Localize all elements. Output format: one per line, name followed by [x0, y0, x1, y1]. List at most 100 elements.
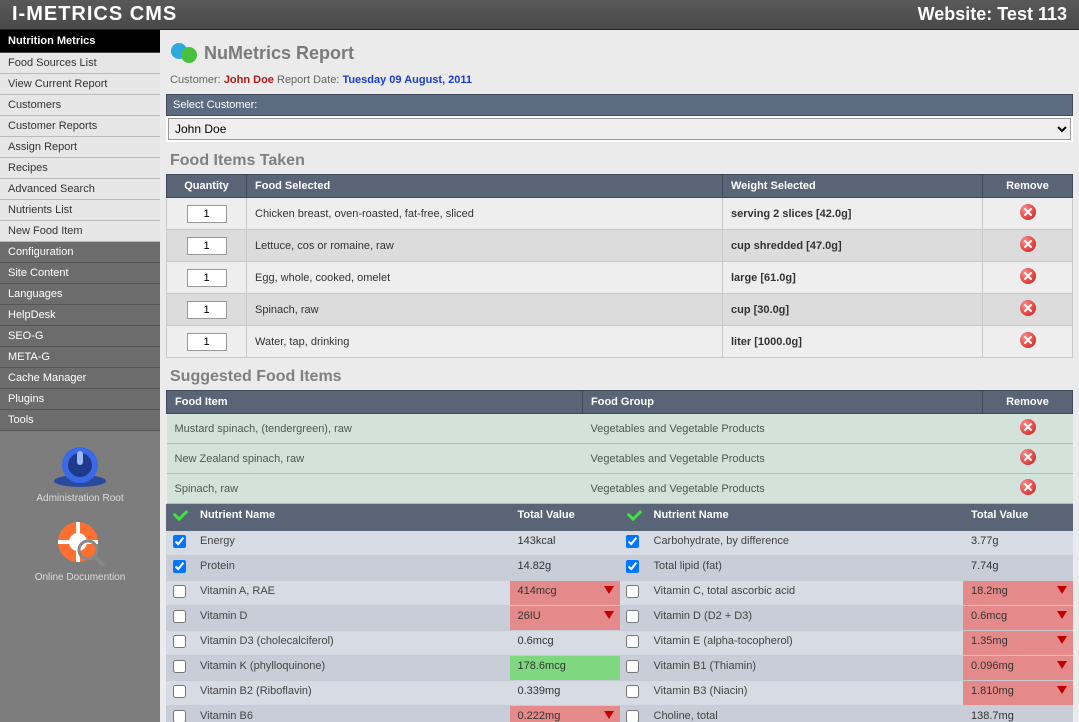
- nutrient-name: Vitamin B1 (Thiamin): [646, 656, 964, 680]
- nutrient-name: Protein: [192, 556, 510, 580]
- nutrient-checkbox[interactable]: [173, 585, 186, 598]
- nav-food-sources-list[interactable]: Food Sources List: [0, 53, 160, 74]
- nutrient-value: 414mcg: [510, 581, 620, 605]
- nav-cache-manager[interactable]: Cache Manager: [0, 368, 160, 389]
- nutrient-value: 0.339mg: [510, 681, 620, 705]
- online-doc-button[interactable]: Online Documention: [0, 520, 160, 583]
- remove-icon[interactable]: [1020, 449, 1036, 465]
- nutrient-name-header: Nutrient Name: [192, 504, 510, 531]
- nutrient-name: Vitamin A, RAE: [192, 581, 510, 605]
- suggested-food: Spinach, raw: [167, 474, 583, 504]
- nutrient-row: Vitamin D26IU: [166, 606, 620, 631]
- nav-tools[interactable]: Tools: [0, 410, 160, 431]
- food-name: Water, tap, drinking: [247, 326, 723, 358]
- nutrient-value: 0.096mg: [963, 656, 1073, 680]
- nutrient-checkbox[interactable]: [173, 685, 186, 698]
- admin-root-button[interactable]: Administration Root: [0, 441, 160, 504]
- nav-plugins[interactable]: Plugins: [0, 389, 160, 410]
- food-taken-title: Food Items Taken: [166, 142, 1073, 174]
- nutrient-checkbox[interactable]: [173, 635, 186, 648]
- quantity-input[interactable]: [187, 237, 227, 255]
- nutrient-checkbox[interactable]: [626, 710, 639, 722]
- nav-meta-g[interactable]: META-G: [0, 347, 160, 368]
- suggested-row: New Zealand spinach, rawVegetables and V…: [167, 444, 1073, 474]
- remove-icon[interactable]: [1020, 204, 1036, 220]
- remove-icon[interactable]: [1020, 332, 1036, 348]
- nav-nutrients-list[interactable]: Nutrients List: [0, 200, 160, 221]
- arrow-down-icon: [1057, 661, 1067, 669]
- remove-icon[interactable]: [1020, 419, 1036, 435]
- food-row: Lettuce, cos or romaine, rawcup shredded…: [167, 230, 1073, 262]
- quantity-input[interactable]: [187, 205, 227, 223]
- nav-site-content[interactable]: Site Content: [0, 263, 160, 284]
- arrow-down-icon: [1057, 686, 1067, 694]
- nutrient-checkbox[interactable]: [173, 560, 186, 573]
- nutrient-checkbox[interactable]: [626, 535, 639, 548]
- nutrient-checkbox[interactable]: [626, 560, 639, 573]
- nav-nutrition-metrics: Nutrition Metrics: [0, 30, 160, 53]
- nutrient-name: Choline, total: [646, 706, 964, 722]
- nutrient-row: Vitamin D3 (cholecalciferol)0.6mcg: [166, 631, 620, 656]
- remove-icon[interactable]: [1020, 268, 1036, 284]
- nutrient-name: Vitamin D: [192, 606, 510, 630]
- nutrient-row: Total lipid (fat)7.74g: [620, 556, 1074, 581]
- weight-cell: cup [30.0g]: [723, 294, 983, 326]
- nav-recipes[interactable]: Recipes: [0, 158, 160, 179]
- nutrient-checkbox[interactable]: [173, 610, 186, 623]
- arrow-down-icon: [1057, 636, 1067, 644]
- nutrient-checkbox[interactable]: [173, 660, 186, 673]
- lifesaver-search-icon: [50, 520, 110, 568]
- arrow-down-icon: [604, 586, 614, 594]
- nutrient-checkbox[interactable]: [626, 585, 639, 598]
- nutrient-name: Vitamin E (alpha-tocopherol): [646, 631, 964, 655]
- nutrient-value: 18.2mg: [963, 581, 1073, 605]
- select-customer-label: Select Customer:: [166, 94, 1073, 116]
- nutrient-value: 1.810mg: [963, 681, 1073, 705]
- page-title: NuMetrics Report: [166, 36, 1073, 70]
- nutrient-row: Vitamin E (alpha-tocopherol)1.35mg: [620, 631, 1074, 656]
- nav-seo-g[interactable]: SEO-G: [0, 326, 160, 347]
- suggested-title: Suggested Food Items: [166, 358, 1073, 390]
- arrow-down-icon: [1057, 611, 1067, 619]
- nav-configuration[interactable]: Configuration: [0, 242, 160, 263]
- nav-assign-report[interactable]: Assign Report: [0, 137, 160, 158]
- nutrient-value: 178.6mcg: [510, 656, 620, 680]
- weight-cell: serving 2 slices [42.0g]: [723, 198, 983, 230]
- nav-helpdesk[interactable]: HelpDesk: [0, 305, 160, 326]
- nutrient-row: Carbohydrate, by difference3.77g: [620, 531, 1074, 556]
- check-all-header[interactable]: [620, 504, 646, 531]
- nutrient-checkbox[interactable]: [173, 710, 186, 722]
- power-icon: [50, 441, 110, 489]
- nutrient-name: Vitamin B6: [192, 706, 510, 722]
- food-taken-table: Quantity Food Selected Weight Selected R…: [166, 174, 1073, 358]
- nutrient-checkbox[interactable]: [626, 610, 639, 623]
- remove-icon[interactable]: [1020, 236, 1036, 252]
- nav-view-current-report[interactable]: View Current Report: [0, 74, 160, 95]
- nutrient-checkbox[interactable]: [626, 635, 639, 648]
- nutrient-value: 0.222mg: [510, 706, 620, 722]
- report-info: Customer: John Doe Report Date: Tuesday …: [166, 70, 1073, 94]
- nutrient-row: Vitamin B60.222mg: [166, 706, 620, 722]
- nav-advanced-search[interactable]: Advanced Search: [0, 179, 160, 200]
- nav-customer-reports[interactable]: Customer Reports: [0, 116, 160, 137]
- nav-new-food-item[interactable]: New Food Item: [0, 221, 160, 242]
- nutrient-checkbox[interactable]: [626, 685, 639, 698]
- quantity-input[interactable]: [187, 333, 227, 351]
- nutrient-checkbox[interactable]: [173, 535, 186, 548]
- main-content: NuMetrics Report Customer: John Doe Repo…: [160, 30, 1079, 722]
- customer-select[interactable]: John Doe: [168, 118, 1071, 140]
- remove-icon[interactable]: [1020, 479, 1036, 495]
- nutrient-value-header: Total Value: [963, 504, 1073, 531]
- suggested-row: Mustard spinach, (tendergreen), rawVeget…: [167, 414, 1073, 444]
- quantity-input[interactable]: [187, 301, 227, 319]
- nav-customers[interactable]: Customers: [0, 95, 160, 116]
- nav-languages[interactable]: Languages: [0, 284, 160, 305]
- top-bar: I-METRICS CMS Website: Test 113: [0, 0, 1079, 30]
- check-all-header[interactable]: [166, 504, 192, 531]
- nutrient-row: Vitamin B3 (Niacin)1.810mg: [620, 681, 1074, 706]
- nutrient-checkbox[interactable]: [626, 660, 639, 673]
- nutrient-row: Vitamin B2 (Riboflavin)0.339mg: [166, 681, 620, 706]
- quantity-input[interactable]: [187, 269, 227, 287]
- remove-icon[interactable]: [1020, 300, 1036, 316]
- nutrient-row: Vitamin B1 (Thiamin)0.096mg: [620, 656, 1074, 681]
